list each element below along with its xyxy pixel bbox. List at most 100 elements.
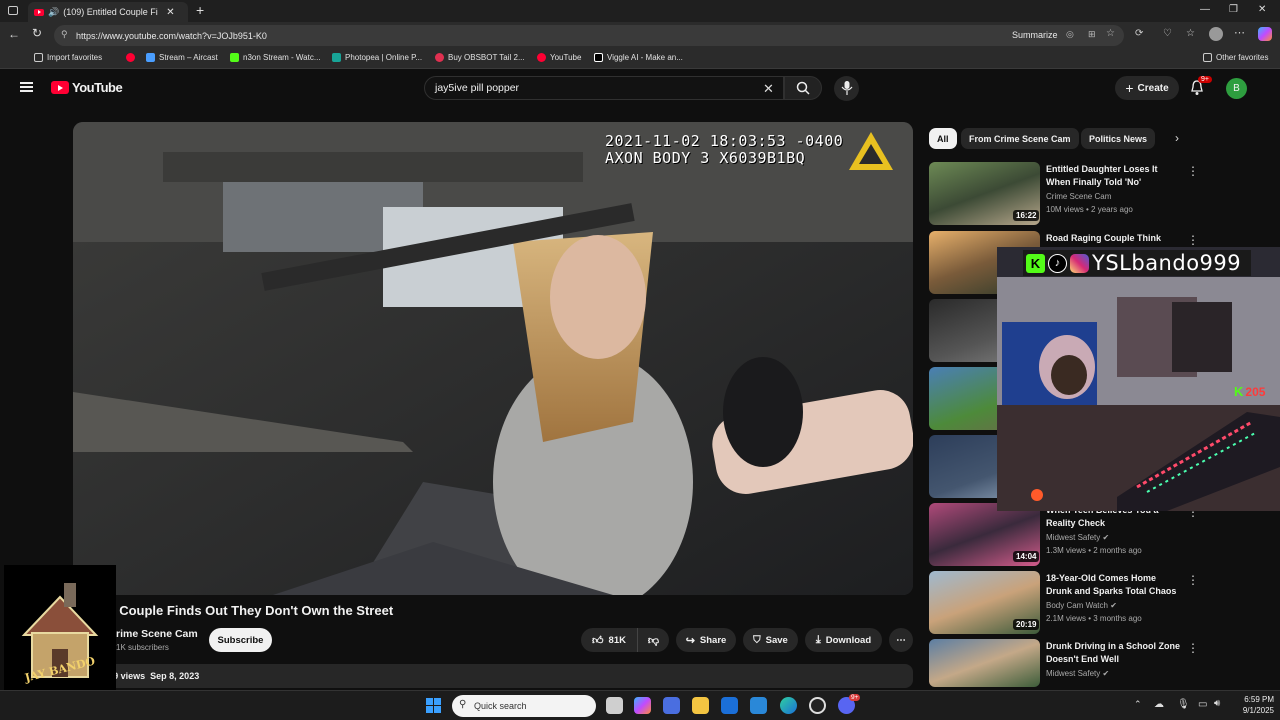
chip-politics-news[interactable]: Politics News bbox=[1081, 128, 1156, 149]
recommendation-item[interactable]: 16:22 Entitled Daughter Loses It When Fi… bbox=[929, 162, 1259, 226]
bookmark-photopea[interactable]: Photopea | Online P... bbox=[332, 53, 422, 62]
hamburger-menu-icon[interactable] bbox=[20, 82, 33, 92]
webcam-frame bbox=[997, 247, 1280, 511]
share-button[interactable]: ↪ Share bbox=[676, 628, 736, 652]
avatar[interactable]: B bbox=[1226, 78, 1247, 99]
summarize-button[interactable]: Summarize bbox=[1012, 30, 1058, 40]
browser-tab-strip: 🔊 (109) Entitled Couple Finds O ✕ + — ❐ … bbox=[0, 0, 1280, 22]
youtube-header: YouTube jay5ive pill popper ✕ + Create 9… bbox=[0, 70, 1280, 106]
collections-icon[interactable]: ☆ bbox=[1186, 28, 1195, 39]
tiktok-logo-icon: ♪ bbox=[1048, 253, 1067, 273]
youtube-logo-text: YouTube bbox=[72, 80, 123, 95]
video-player[interactable]: 2021-11-02 18:03:53 -0400 AXON BODY 3 X6… bbox=[73, 122, 913, 595]
bookmark-youtube-icon-only[interactable] bbox=[126, 53, 135, 62]
subscribe-button[interactable]: Subscribe bbox=[209, 628, 272, 652]
outlook-icon[interactable] bbox=[721, 697, 738, 714]
onedrive-icon[interactable]: ☁ bbox=[1154, 699, 1164, 710]
profile-icon[interactable] bbox=[1209, 27, 1223, 41]
copilot-taskbar-icon[interactable] bbox=[634, 697, 651, 714]
file-explorer-icon[interactable] bbox=[692, 697, 709, 714]
like-button[interactable]: 👍︎ 81K bbox=[581, 628, 637, 652]
address-bar[interactable]: ⚲ https://www.youtube.com/watch?v=JOJb95… bbox=[54, 25, 1124, 46]
search-button[interactable] bbox=[784, 76, 822, 100]
duration-badge: 16:22 bbox=[1013, 210, 1040, 221]
more-actions-button[interactable]: ⋯ bbox=[889, 628, 913, 652]
save-button[interactable]: ⛉ Save bbox=[743, 628, 798, 652]
discord-badge: 9+ bbox=[849, 694, 861, 701]
window-close-icon[interactable]: ✕ bbox=[1258, 4, 1266, 15]
start-button[interactable] bbox=[426, 698, 441, 713]
streamer-handle: YSLbando999 bbox=[1092, 251, 1242, 275]
chips-next-icon[interactable]: › bbox=[1175, 131, 1179, 145]
site-info-icon[interactable]: ⚲ bbox=[61, 29, 68, 40]
bookmark-n3on[interactable]: n3on Stream - Watc... bbox=[230, 53, 321, 62]
new-tab-button[interactable]: + bbox=[196, 2, 204, 18]
window-menu-icon[interactable] bbox=[8, 6, 18, 15]
more-options-icon[interactable]: ⋮ bbox=[1187, 641, 1199, 655]
browser-essentials-icon[interactable]: ♡ bbox=[1163, 28, 1172, 39]
voice-search-button[interactable] bbox=[834, 76, 859, 101]
apps-icon[interactable]: ⊞ bbox=[1088, 29, 1096, 40]
bookmark-obsbot[interactable]: Buy OBSBOT Tail 2... bbox=[435, 53, 525, 62]
restore-icon[interactable]: ❐ bbox=[1229, 4, 1238, 15]
photos-icon[interactable] bbox=[750, 697, 767, 714]
bookmark-viggle[interactable]: Viggle AI - Make an... bbox=[594, 53, 683, 62]
edge-icon[interactable] bbox=[780, 697, 797, 714]
clock[interactable]: 6:59 PM 9/1/2025 bbox=[1232, 694, 1274, 716]
download-button[interactable]: ⤓ Download bbox=[805, 628, 882, 652]
extensions-icon[interactable]: ⟳ bbox=[1135, 28, 1143, 39]
favorite-star-icon[interactable]: ☆ bbox=[1106, 28, 1115, 39]
store-icon[interactable] bbox=[663, 697, 680, 714]
reader-icon[interactable]: ◎ bbox=[1066, 29, 1074, 40]
refresh-icon[interactable]: ↻ bbox=[32, 26, 42, 40]
microphone-tray-icon[interactable]: 🎙︎ bbox=[1177, 699, 1190, 710]
network-icon[interactable]: ▭ bbox=[1198, 699, 1207, 710]
recommendation-meta: 1.3M views • 2 months ago bbox=[1046, 546, 1142, 555]
dislike-button[interactable]: 👎︎ bbox=[637, 628, 669, 652]
more-options-icon[interactable]: ⋮ bbox=[1187, 233, 1199, 247]
minimize-icon[interactable]: — bbox=[1200, 4, 1210, 15]
url-text: https://www.youtube.com/watch?v=JOJb951-… bbox=[76, 30, 267, 41]
channel-name[interactable]: rime Scene Cam bbox=[116, 628, 198, 640]
recommendation-item[interactable]: 14:04 When Teen Believes You a Reality C… bbox=[929, 503, 1259, 567]
browser-tab[interactable]: 🔊 (109) Entitled Couple Finds O ✕ bbox=[28, 2, 188, 22]
description-box[interactable]: '9 views Sep 8, 2023 bbox=[73, 664, 913, 688]
back-icon[interactable]: ← bbox=[8, 27, 20, 41]
kick-small-icon: K bbox=[1234, 384, 1244, 399]
volume-icon[interactable]: 🔊︎ bbox=[1214, 698, 1220, 709]
more-options-icon[interactable]: ⋮ bbox=[1187, 164, 1199, 178]
speaker-icon[interactable]: 🔊 bbox=[48, 7, 59, 18]
aircast-icon bbox=[146, 53, 155, 62]
youtube-favicon-icon bbox=[34, 8, 44, 16]
microphone-icon bbox=[841, 81, 853, 95]
recommendation-item[interactable]: Drunk Driving in a School Zone Doesn't E… bbox=[929, 639, 1259, 687]
search-input[interactable]: jay5ive pill popper ✕ bbox=[424, 76, 784, 100]
more-options-icon[interactable]: ⋮ bbox=[1187, 573, 1199, 587]
kick-count: 205 bbox=[1245, 384, 1266, 399]
tab-close-icon[interactable]: ✕ bbox=[166, 7, 174, 18]
instagram-logo-icon bbox=[1070, 253, 1089, 273]
viggle-icon bbox=[594, 53, 603, 62]
taskbar-search[interactable]: ⚲ Quick search bbox=[452, 695, 596, 717]
obs-icon[interactable] bbox=[809, 697, 826, 714]
more-menu-icon[interactable]: ⋯ bbox=[1234, 26, 1245, 39]
notifications-button[interactable]: 9+ bbox=[1190, 76, 1212, 101]
chip-all[interactable]: All bbox=[929, 128, 957, 149]
bookmark-import-favorites[interactable]: Import favorites bbox=[34, 53, 102, 62]
copilot-icon[interactable] bbox=[1258, 27, 1272, 41]
video-thumbnail bbox=[929, 639, 1040, 687]
verified-icon: ✔ bbox=[1102, 669, 1110, 678]
bookmark-aircast[interactable]: Stream – Aircast bbox=[146, 53, 218, 62]
create-button[interactable]: + Create bbox=[1115, 76, 1179, 100]
kick-follower-badge: K 205 bbox=[1234, 384, 1265, 399]
task-view-icon[interactable] bbox=[606, 697, 623, 714]
thumbs-up-icon: 👍︎ bbox=[592, 634, 604, 647]
youtube-logo[interactable]: YouTube bbox=[51, 80, 123, 95]
bookmark-youtube[interactable]: YouTube bbox=[537, 53, 581, 62]
chip-from-crime-scene-cam[interactable]: From Crime Scene Cam bbox=[961, 128, 1079, 149]
clear-search-icon[interactable]: ✕ bbox=[763, 81, 774, 97]
tray-overflow-icon[interactable]: ⌃ bbox=[1134, 699, 1142, 710]
recommendation-item[interactable]: 20:19 18-Year-Old Comes Home Drunk and S… bbox=[929, 571, 1259, 635]
recommendation-title: 18-Year-Old Comes Home Drunk and Sparks … bbox=[1046, 573, 1177, 596]
bookmark-other-favorites[interactable]: Other favorites bbox=[1203, 53, 1268, 62]
